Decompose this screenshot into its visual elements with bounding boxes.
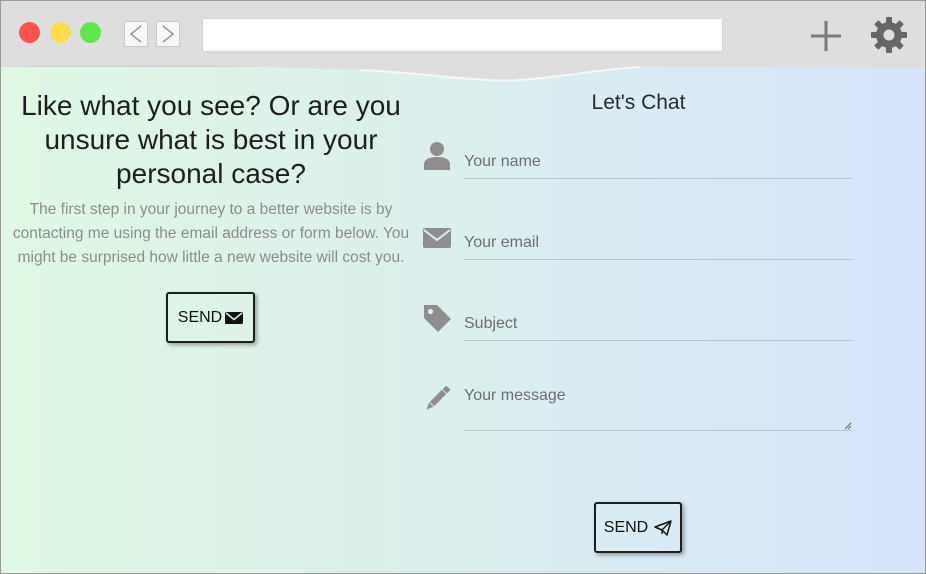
- plus-icon[interactable]: [809, 19, 843, 53]
- resize-handle-icon[interactable]: [844, 422, 852, 430]
- tag-icon: [424, 305, 451, 332]
- pencil-icon: [426, 385, 451, 410]
- page-headline: Like what you see? Or are you unsure wha…: [21, 90, 401, 189]
- browser-window: Like what you see? Or are you unsure wha…: [0, 0, 926, 574]
- address-bar[interactable]: [202, 18, 723, 52]
- back-button[interactable]: [124, 21, 148, 47]
- gear-icon[interactable]: [870, 16, 908, 54]
- envelope-icon: [423, 228, 451, 248]
- header-wave-divider: [1, 61, 925, 82]
- envelope-icon: [225, 311, 244, 324]
- send-label: SEND: [177, 308, 223, 326]
- close-window-button[interactable]: [19, 22, 40, 43]
- chevron-left-icon: [129, 25, 142, 43]
- browser-toolbar: [1, 1, 925, 67]
- message-field[interactable]: [464, 380, 852, 431]
- chevron-right-icon: [162, 25, 175, 43]
- user-icon: [424, 142, 450, 170]
- subject-field[interactable]: [464, 307, 852, 341]
- send-label: SEND: [603, 518, 649, 536]
- name-field[interactable]: [464, 145, 852, 179]
- paper-plane-icon: [654, 519, 672, 536]
- contact-form-title: Let's Chat: [591, 91, 686, 114]
- maximize-window-button[interactable]: [80, 22, 101, 43]
- minimize-window-button[interactable]: [50, 22, 71, 43]
- intro-paragraph: The first step in your journey to a bett…: [12, 201, 410, 266]
- email-field[interactable]: [464, 226, 852, 260]
- send-email-button[interactable]: SEND: [166, 292, 255, 343]
- forward-button[interactable]: [156, 21, 180, 47]
- send-message-button[interactable]: SEND: [594, 502, 682, 553]
